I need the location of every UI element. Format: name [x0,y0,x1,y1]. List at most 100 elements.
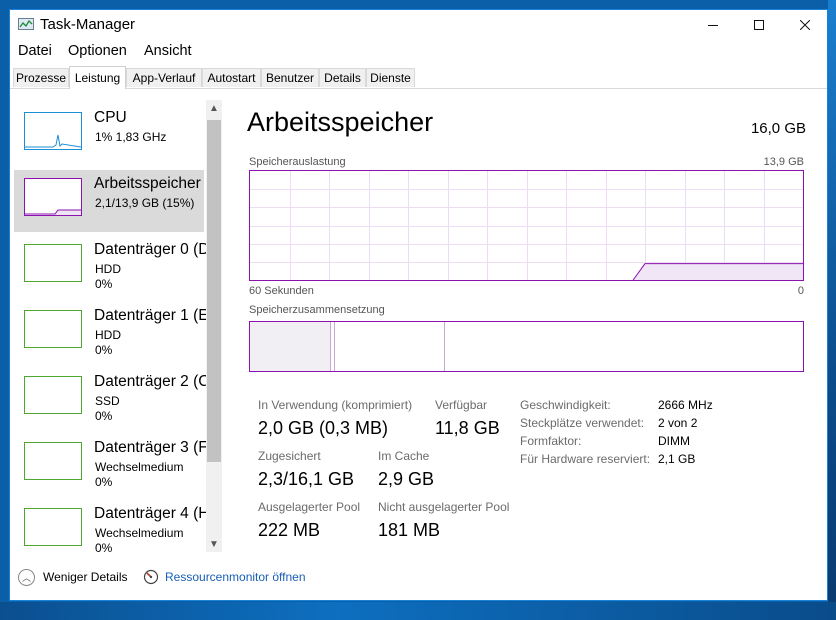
paged-pool-label: Ausgelagerter Pool [258,500,361,514]
time-axis-end: 0 [797,285,804,297]
usage-area [633,263,803,280]
committed-value: 2,3/16,1 GB [258,469,355,489]
sidebar-item-label: CPU [94,109,127,126]
spec-value-slots: 2 von 2 [658,416,698,430]
sidebar-item-usage: 0% [95,541,113,552]
usage-graph-label: Speicherauslastung [249,156,346,168]
sidebar-item-usage: 0% [95,277,113,291]
sidebar-item-type: SSD [95,394,120,408]
sidebar-item-usage: 0% [95,409,113,423]
cached-value: 2,9 GB [378,469,435,489]
scroll-up-icon[interactable]: ▲ [206,100,222,116]
sidebar-item-disk-1[interactable]: Datenträger 1 (E HDD 0% [14,302,209,364]
memory-detail-panel: Arbeitsspeicher 16,0 GB Speicherauslastu… [247,100,807,560]
fewer-details-label: Weniger Details [43,570,128,584]
spec-key-form-factor: Formfaktor: [520,434,582,448]
scroll-thumb[interactable] [207,120,221,462]
time-axis-label: 60 Sekunden [249,285,314,297]
memory-total: 16,0 GB [750,120,806,137]
sidebar-item-type: HDD [95,262,121,276]
available-value: 11,8 GB [435,418,500,438]
resource-monitor-icon [143,569,159,585]
tab-autostart[interactable]: Autostart [202,68,261,87]
minimize-icon [708,25,718,26]
tab-leistung[interactable]: Leistung [69,66,126,89]
memory-composition-bar [249,321,804,372]
fewer-details-button[interactable]: ︿ Weniger Details [18,568,127,586]
close-icon [800,20,810,30]
nonpaged-pool-label: Nicht ausgelagerter Pool [378,500,510,514]
committed-label: Zugesichert [258,449,321,463]
sidebar-item-detail: 1% 1,83 GHz [95,130,167,144]
sidebar-item-disk-3[interactable]: Datenträger 3 (F Wechselmedium 0% [14,434,208,496]
sidebar-item-type: Wechselmedium [95,526,184,540]
disk-graph-icon [24,310,82,348]
scroll-down-icon[interactable]: ▼ [206,536,222,552]
page-title: Arbeitsspeicher [247,107,434,137]
sidebar-item-label: Datenträger 2 (C [94,373,210,390]
disk-graph-icon [24,244,82,282]
composition-in-use [250,322,331,371]
sidebar-item-usage: 0% [95,343,113,357]
memory-usage-graph [249,170,804,281]
sidebar-scrollbar[interactable]: ▲ ▼ [206,100,222,552]
tab-details[interactable]: Details [319,68,366,87]
sidebar-item-type: Wechselmedium [95,460,184,474]
sidebar-item-usage: 0% [95,475,113,489]
spec-value-form-factor: DIMM [658,434,690,448]
sidebar-item-label: Datenträger 4 (H [94,505,210,522]
tab-app-verlauf[interactable]: App-Verlauf [126,68,202,87]
sidebar-item-memory[interactable]: Arbeitsspeicher 2,1/13,9 GB (15%) [14,170,204,232]
usage-graph-max: 13,9 GB [763,156,804,168]
spec-value-reserved: 2,1 GB [658,452,696,466]
memory-graph-icon [24,178,82,216]
cached-label: Im Cache [378,449,430,463]
sidebar-item-cpu[interactable]: CPU 1% 1,83 GHz [14,104,204,166]
task-manager-icon [18,18,34,30]
tab-prozesse[interactable]: Prozesse [13,68,69,87]
sidebar-item-label: Arbeitsspeicher [94,175,201,192]
tab-dienste[interactable]: Dienste [366,68,415,87]
resource-list: CPU 1% 1,83 GHz Arbeitsspeicher 2,1/13,9… [14,100,224,552]
spec-key-reserved: Für Hardware reserviert: [520,452,651,466]
sidebar-item-disk-0[interactable]: Datenträger 0 (D HDD 0% [14,236,209,298]
tab-bar: Prozesse Leistung App-Verlauf Autostart … [10,66,827,89]
composition-standby [335,322,445,371]
nonpaged-pool-value: 181 MB [378,520,441,540]
menu-datei[interactable]: Datei [18,43,52,59]
spec-key-slots: Steckplätze verwendet: [520,416,645,430]
cpu-graph-icon [24,112,82,150]
sidebar-item-label: Datenträger 0 (D [94,241,210,258]
chevron-up-icon: ︿ [18,568,35,586]
usage-graph-svg [250,171,803,280]
close-button[interactable] [782,10,828,40]
sidebar-item-type: HDD [95,328,121,342]
desktop-background-bottom [0,602,836,620]
minimize-button[interactable] [690,10,736,40]
resource-monitor-link[interactable]: Ressourcenmonitor öffnen [143,568,306,586]
task-manager-window: Task-Manager Datei Optionen Ansicht Proz… [9,9,828,601]
sidebar-item-detail: 2,1/13,9 GB (15%) [95,196,195,210]
tab-benutzer[interactable]: Benutzer [261,68,319,87]
spec-key-speed: Geschwindigkeit: [520,398,611,412]
menu-bar: Datei Optionen Ansicht [10,41,827,63]
sidebar-item-disk-2[interactable]: Datenträger 2 (C SSD 0% [14,368,209,430]
composition-label: Speicherzusammensetzung [249,304,385,316]
sidebar-item-label: Datenträger 1 (E [94,307,209,324]
maximize-button[interactable] [736,10,782,40]
menu-ansicht[interactable]: Ansicht [144,43,192,59]
title-bar: Task-Manager [10,10,827,40]
maximize-icon [754,20,764,30]
sidebar-item-disk-4[interactable]: Datenträger 4 (H Wechselmedium 0% [14,500,209,552]
resource-monitor-label: Ressourcenmonitor öffnen [165,570,306,584]
disk-graph-icon [24,442,82,480]
spec-value-speed: 2666 MHz [658,398,713,412]
menu-optionen[interactable]: Optionen [68,43,127,59]
in-use-label: In Verwendung (komprimiert) [258,398,413,412]
sidebar-item-label: Datenträger 3 (F [94,439,208,456]
disk-graph-icon [24,376,82,414]
disk-graph-icon [24,508,82,546]
desktop-background-right [828,0,836,620]
paged-pool-value: 222 MB [258,520,321,540]
window-title: Task-Manager [40,16,136,33]
